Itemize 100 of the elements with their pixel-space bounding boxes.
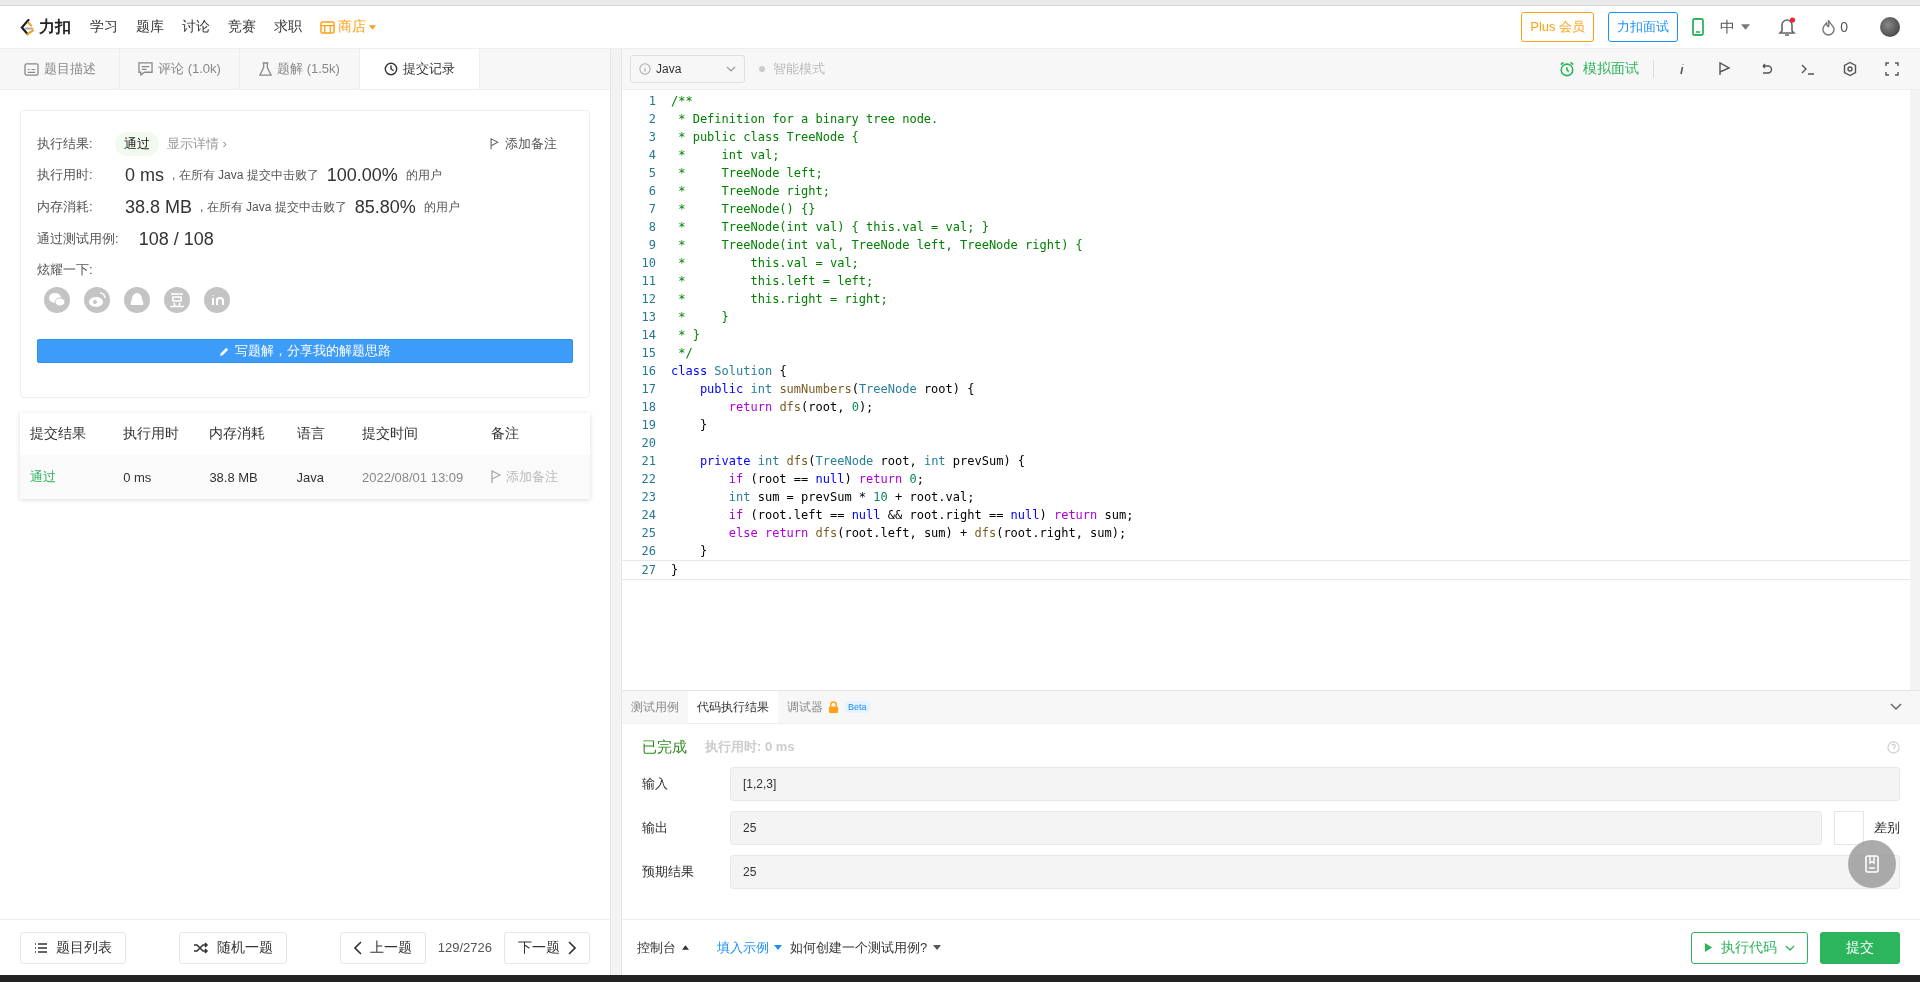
document-icon [23, 62, 39, 76]
field-label: 预期结果 [642, 863, 695, 881]
douban-share-icon[interactable] [164, 287, 190, 313]
line-number: 22 [640, 472, 657, 486]
penguin-share-icon[interactable] [124, 287, 150, 313]
code-line: * int val; [677, 148, 780, 162]
column-header: 提交时间 [362, 425, 419, 443]
wechat-share-icon[interactable] [44, 287, 70, 313]
code-line: public int sumNumbers(TreeNode root) { [698, 382, 975, 396]
user-avatar[interactable] [1880, 17, 1900, 37]
percentile-value: 100.00% [326, 164, 398, 186]
console-tab[interactable]: 调试器 Beta [778, 691, 880, 723]
table-cell-text: 0 ms [123, 469, 153, 485]
code-line: /** [671, 94, 693, 108]
line-number: 26 [640, 544, 657, 558]
field-label: 输入 [642, 775, 669, 793]
code-line: class Solution { [671, 364, 787, 378]
line-number: 18 [640, 400, 657, 414]
output-field: 25 [730, 811, 1822, 845]
line-number: 27 [640, 563, 657, 577]
fullscreen-icon[interactable] [1884, 61, 1900, 77]
table-cell-text: Java [296, 469, 326, 485]
line-number: 17 [640, 382, 657, 396]
how-to-link[interactable]: 如何创建一个测试用例? [790, 938, 942, 957]
column-header: 备注 [490, 425, 520, 443]
line-number: 15 [640, 346, 657, 360]
help-icon[interactable] [1887, 740, 1900, 754]
chevron-down-icon [1785, 944, 1795, 951]
code-line: * TreeNode right; [677, 184, 830, 198]
code-line: * } [677, 328, 700, 342]
nav-link[interactable]: 求职 [274, 18, 302, 36]
caret-icon [933, 945, 942, 950]
line-number: 11 [640, 274, 657, 288]
play-icon [1704, 942, 1713, 953]
share-label: 炫耀一下: [37, 261, 94, 279]
notification-bell-icon[interactable] [1778, 17, 1797, 37]
metric-value: 38.8 MB [125, 196, 193, 218]
caret-icon [774, 945, 782, 950]
shop-icon [320, 20, 335, 34]
language-select[interactable]: Java [630, 55, 745, 83]
line-number: 5 [647, 166, 657, 180]
chevron-left-icon [353, 940, 362, 955]
pencil-icon [219, 345, 230, 357]
tab[interactable]: 提交记录 [360, 49, 480, 89]
line-number: 6 [647, 184, 657, 198]
flag-icon[interactable] [1716, 61, 1732, 77]
weibo-share-icon[interactable] [84, 287, 110, 313]
test-cases-value: 108 / 108 [138, 228, 214, 250]
linkedin-share-icon[interactable] [204, 287, 230, 313]
code-line: if (root.left == null && root.right == null) return sum; [727, 508, 1134, 522]
line-number: 14 [640, 328, 657, 342]
line-number: 8 [647, 220, 657, 234]
code-line: } [698, 544, 708, 558]
code-line: * this.val = val; [677, 256, 859, 270]
output-field: 25 [730, 855, 1900, 889]
random-problem-button[interactable]: 随机一题 [178, 931, 287, 964]
code-line: * TreeNode(int val, TreeNode left, TreeNode right) { [677, 238, 1083, 252]
problem-counter: 129/2726 [437, 940, 492, 955]
metric-suffix: 的用户 [423, 198, 460, 216]
flask-icon [259, 61, 273, 77]
console-tab[interactable]: 代码执行结果 [688, 691, 778, 723]
add-note-button[interactable]: 添加备注 [490, 135, 557, 153]
phone-icon[interactable] [1692, 18, 1705, 36]
metric-value: 0 ms [125, 164, 164, 186]
tab[interactable]: 题目描述 [0, 49, 120, 89]
line-number: 7 [647, 202, 657, 216]
caret-icon[interactable] [1741, 24, 1751, 30]
language-button[interactable]: 中 [1720, 17, 1736, 37]
chevron-down-icon[interactable] [1890, 703, 1902, 711]
previous-problem-button[interactable]: 上一题 [339, 931, 426, 964]
line-number: 13 [640, 310, 657, 324]
clock-icon [384, 62, 398, 76]
line-number: 21 [640, 454, 657, 468]
column-header: 内存消耗 [209, 425, 267, 443]
flag-icon [490, 470, 501, 484]
next-problem-button[interactable]: 下一题 [504, 931, 590, 964]
line-number: 3 [647, 130, 657, 144]
code-line: * } [677, 310, 729, 324]
code-line: * TreeNode(int val) { this.val = val; } [677, 220, 989, 234]
logo[interactable]: 力扣 [20, 16, 71, 38]
nav-link[interactable]: 竞赛 [228, 18, 256, 36]
chevron-down-icon [726, 66, 736, 72]
code-line: return dfs(root, 0); [727, 400, 874, 414]
nav-link[interactable]: 学习 [90, 18, 118, 36]
shuffle-icon [192, 941, 209, 954]
nav-link[interactable]: 题库 [136, 18, 164, 36]
nav-link[interactable]: 讨论 [182, 18, 210, 36]
alarm-clock-icon [1559, 61, 1575, 77]
code-line: * TreeNode() {} [677, 202, 816, 216]
diff-toggle[interactable] [1834, 811, 1864, 845]
tab[interactable]: 评论 (1.0k) [120, 49, 240, 89]
settings-icon[interactable] [1842, 61, 1858, 77]
console-toggle[interactable]: 控制台 [637, 938, 689, 957]
table-cell-text: 2022/08/01 13:09 [362, 469, 465, 485]
percentile-value: 85.80% [354, 196, 416, 218]
streak-count[interactable]: 0 [1822, 18, 1848, 36]
metric-caption: , 在所有 Java 提交中击败了 [200, 198, 347, 216]
problem-list-button[interactable]: 题目列表 [20, 931, 126, 964]
line-number: 9 [647, 238, 657, 252]
console-tab[interactable]: 测试用例 [622, 691, 688, 723]
